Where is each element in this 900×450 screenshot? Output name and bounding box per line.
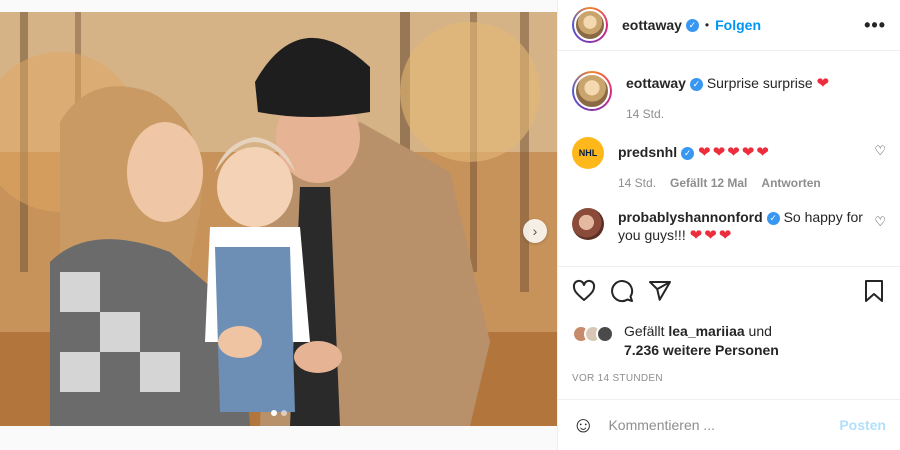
verified-badge-icon: ✓ [689, 77, 703, 91]
follow-button[interactable]: Folgen [715, 17, 761, 33]
verified-badge-icon: ✓ [685, 18, 699, 32]
next-photo-button[interactable]: › [523, 219, 547, 243]
comment-likes[interactable]: Gefällt 12 Mal [670, 176, 747, 190]
photo-panel: › [0, 0, 557, 450]
comment-icon[interactable] [610, 279, 634, 303]
caption-author-avatar[interactable] [572, 71, 612, 111]
share-icon[interactable] [648, 279, 672, 303]
post-comment-button[interactable]: Posten [839, 417, 886, 433]
author-username[interactable]: eottaway [622, 17, 682, 33]
more-options-icon[interactable]: ••• [864, 15, 886, 36]
heart-emoji: ❤❤❤ [689, 227, 734, 244]
comments-section: eottaway ✓ Surprise surprise ❤ 14 Std. NH… [558, 51, 900, 266]
post-sidebar: eottaway ✓ • Folgen ••• eottaway ✓ Surpri… [557, 0, 900, 450]
carousel-dot [280, 410, 287, 416]
comment-like-heart-icon[interactable]: ♡ [874, 143, 886, 159]
heart-outline-icon[interactable] [572, 279, 596, 303]
comment-input[interactable] [608, 417, 840, 433]
comment-like-heart-icon[interactable]: ♡ [874, 214, 886, 230]
carousel-dots [0, 410, 557, 416]
verified-badge-icon: ✓ [766, 211, 780, 225]
chevron-right-icon: › [532, 223, 538, 239]
commenter-avatar[interactable] [572, 208, 604, 240]
likes-summary: Gefällt lea_mariiaa und 7.236 weitere Pe… [558, 322, 900, 360]
liker-avatars [572, 325, 614, 343]
commenter-avatar[interactable]: NHL [572, 137, 604, 169]
comment-meta: 14 Std. Gefällt 12 Mal Antworten [618, 176, 886, 190]
liker-avatar [596, 325, 614, 343]
post-photo[interactable]: › [0, 12, 557, 426]
separator-dot: • [704, 18, 710, 32]
carousel-dot [270, 410, 277, 416]
liker-username[interactable]: lea_mariiaa [668, 323, 744, 339]
verified-badge-icon: ✓ [681, 146, 695, 160]
comment-text: ❤❤❤❤❤ [698, 144, 771, 161]
heart-emoji: ❤ [816, 75, 830, 92]
action-bar [558, 266, 900, 314]
post-timestamp: VOR 14 STUNDEN [572, 373, 663, 384]
caption-meta: 14 Std. [626, 107, 886, 121]
emoji-icon[interactable]: ☺ [572, 412, 594, 438]
commenter-username[interactable]: predsnhl [618, 144, 677, 160]
likes-connector: und [744, 323, 772, 339]
likes-prefix: Gefällt [624, 323, 669, 339]
caption-author-username[interactable]: eottaway [626, 75, 686, 91]
reply-button[interactable]: Antworten [761, 176, 820, 190]
caption: eottaway ✓ Surprise surprise ❤ 14 Std. [572, 71, 886, 121]
post-header: eottaway ✓ • Folgen ••• [558, 0, 900, 51]
author-avatar[interactable] [572, 7, 608, 43]
likes-count-link[interactable]: 7.236 weitere Personen [624, 342, 779, 358]
add-comment-bar: ☺ Posten [558, 399, 900, 450]
comment-item: NHL predsnhl ✓ ❤❤❤❤❤ 14 Std. Gefällt 12 M… [572, 137, 886, 190]
caption-text: Surprise surprise [706, 75, 813, 91]
family-photo-illustration [0, 12, 557, 426]
commenter-username[interactable]: probablyshannonford [618, 209, 763, 225]
bookmark-icon[interactable] [862, 279, 886, 303]
comment-time: 14 Std. [618, 176, 657, 190]
caption-time: 14 Std. [626, 107, 665, 121]
comment-item: probablyshannonford ✓ So happy for you gu… [572, 208, 886, 245]
